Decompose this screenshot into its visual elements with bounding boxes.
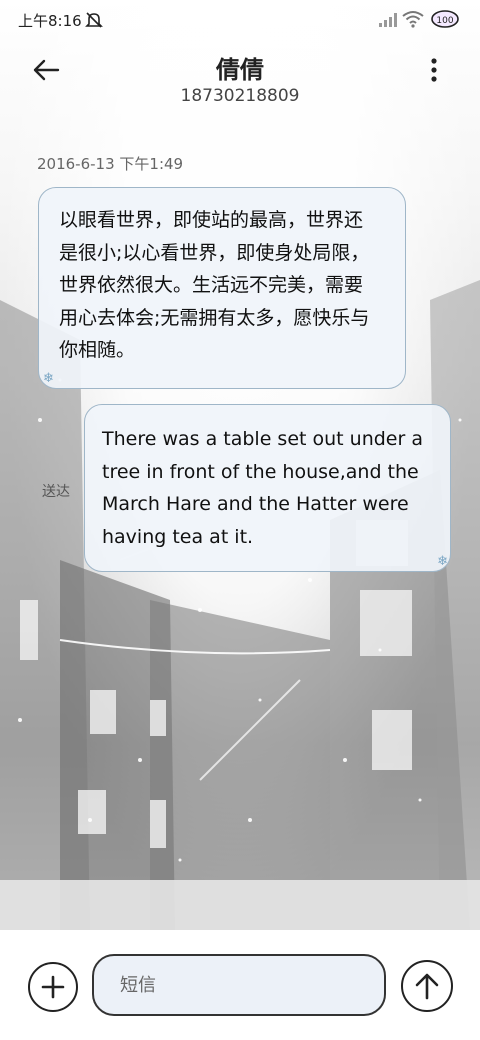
contact-phone-number: 18730218809 bbox=[180, 86, 300, 106]
add-attachment-button[interactable] bbox=[28, 962, 78, 1012]
signal-icon bbox=[378, 12, 398, 32]
bubble-decoration-icon: ❄ bbox=[43, 371, 54, 386]
message-line: March Hare and the Hatter were bbox=[102, 493, 409, 515]
message-line: 用心去体会;无需拥有太多，愿快乐与 bbox=[59, 306, 370, 329]
outgoing-message-bubble[interactable]: There was a table set out under a tree i… bbox=[84, 404, 451, 572]
send-arrow-up-icon bbox=[415, 973, 439, 1000]
message-line: having tea at it. bbox=[102, 525, 254, 548]
message-line: There was a table set out under a bbox=[102, 428, 423, 450]
sms-input[interactable] bbox=[92, 954, 386, 1016]
message-line: 世界依然很大。生活远不完美，需要 bbox=[59, 274, 364, 296]
message-timestamp: 2016-6-13 下午1:49 bbox=[37, 155, 184, 173]
bubble-decoration-icon: ❄ bbox=[437, 554, 448, 569]
send-button[interactable] bbox=[401, 960, 453, 1012]
wifi-icon bbox=[402, 10, 424, 32]
message-line: 以眼看世界，即使站的最高，世界还 bbox=[59, 209, 364, 231]
contact-name: 倩倩 bbox=[216, 56, 264, 84]
message-line: 是很小;以心看世界，即使身处局限， bbox=[59, 241, 370, 264]
incoming-message-bubble[interactable]: 以眼看世界，即使站的最高，世界还 是很小;以心看世界，即使身处局限， 世界依然很… bbox=[38, 187, 406, 389]
battery-icon: 100 bbox=[430, 10, 460, 28]
status-bar: 上午8:16 100 bbox=[0, 0, 480, 40]
more-vertical-icon bbox=[431, 58, 437, 82]
svg-text:100: 100 bbox=[436, 16, 453, 26]
message-line: tree in front of the house,and the bbox=[102, 460, 419, 483]
delivery-status: 送达 bbox=[42, 484, 70, 500]
more-options-button[interactable] bbox=[420, 52, 448, 88]
plus-icon bbox=[41, 975, 65, 999]
mute-icon bbox=[84, 10, 104, 34]
status-time: 上午8:16 bbox=[18, 12, 82, 30]
message-line: 你相随。 bbox=[59, 339, 136, 361]
